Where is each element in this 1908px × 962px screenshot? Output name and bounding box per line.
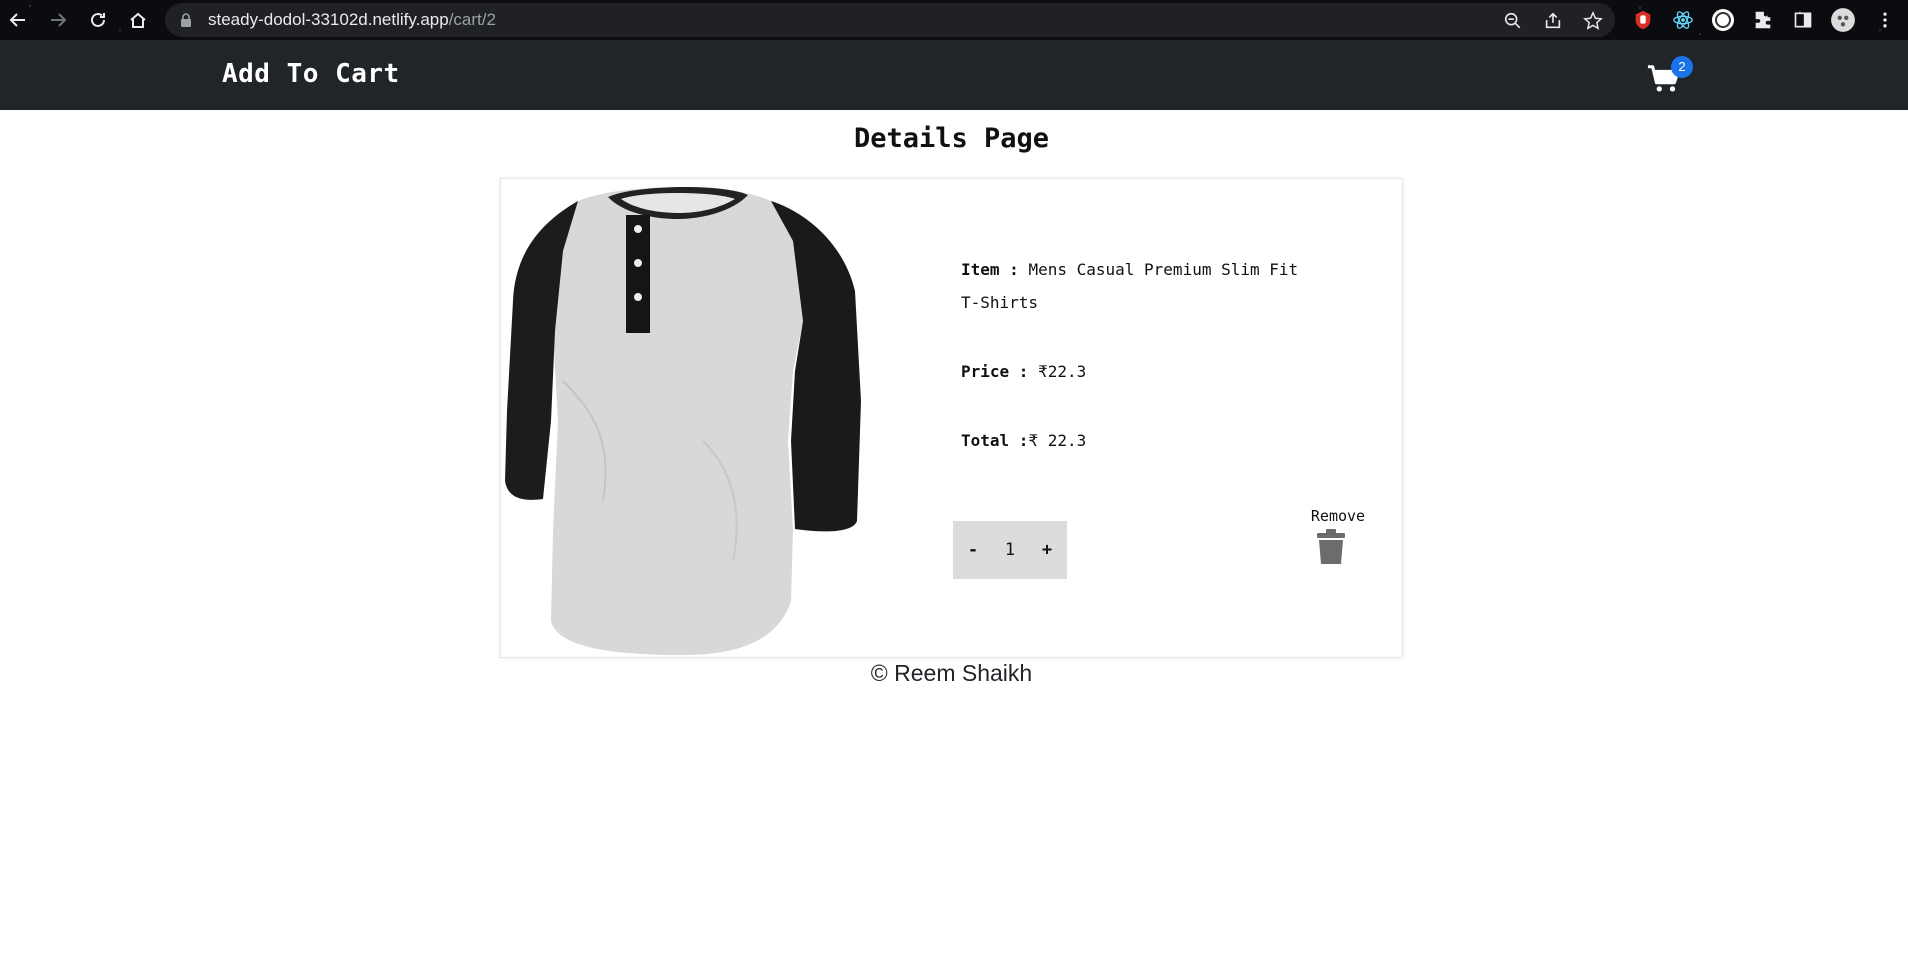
home-button[interactable] [124, 6, 152, 34]
extension-react-devtools[interactable] [1670, 7, 1696, 33]
browser-toolbar: steady-dodol-33102d.netlify.app/cart/2 [0, 0, 1908, 40]
side-panel-button[interactable] [1790, 7, 1816, 33]
hand-stop-icon [1635, 10, 1651, 30]
star-icon [1583, 11, 1603, 30]
reload-button[interactable] [84, 6, 112, 34]
profile-button[interactable] [1830, 7, 1856, 33]
price-row: Price : ₹22.3 [961, 355, 1321, 388]
brand-link[interactable]: Add To Cart [222, 59, 400, 89]
share-button[interactable] [1542, 10, 1564, 32]
product-info: Item : Mens Casual Premium Slim Fit T-Sh… [961, 253, 1321, 493]
remove-button[interactable]: Remove [1306, 507, 1370, 577]
url-host: steady-dodol-33102d.netlify.app [208, 10, 449, 29]
cart-link[interactable]: 2 [1645, 56, 1693, 98]
extension-adblock[interactable] [1630, 7, 1656, 33]
bookmark-button[interactable] [1582, 10, 1604, 32]
product-image [505, 186, 861, 655]
extensions-menu-button[interactable] [1750, 7, 1776, 33]
back-arrow-icon [9, 13, 25, 27]
decrement-button[interactable]: - [962, 540, 984, 560]
quantity-stepper: - 1 + [953, 521, 1067, 579]
price-label: Price : [961, 362, 1029, 381]
footer-copyright: © Reem Shaikh [870, 660, 1033, 686]
zoom-out-icon [1504, 12, 1521, 29]
cart-count-badge: 2 [1671, 56, 1693, 78]
browser-menu-button[interactable] [1872, 7, 1898, 33]
increment-button[interactable]: + [1036, 540, 1058, 560]
product-detail-card: Item : Mens Casual Premium Slim Fit T-Sh… [500, 178, 1403, 658]
page-title: Details Page [853, 123, 1050, 154]
remove-label: Remove [1310, 507, 1366, 525]
lock-icon [181, 13, 191, 27]
forward-button[interactable] [44, 6, 72, 34]
app-navbar: Add To Cart 2 [0, 40, 1908, 110]
url-text[interactable]: steady-dodol-33102d.netlify.app/cart/2 [208, 10, 496, 30]
home-icon [130, 12, 146, 28]
url-path: /cart/2 [448, 10, 496, 29]
share-icon [1545, 12, 1561, 29]
item-label: Item : [961, 260, 1019, 279]
kebab-menu-icon [1883, 12, 1887, 28]
forward-arrow-icon [51, 13, 67, 27]
total-row: Total :₹ 22.3 [961, 424, 1321, 457]
zoom-button[interactable] [1502, 10, 1524, 32]
profile-avatar-icon [1831, 8, 1855, 32]
extension-circle[interactable] [1710, 7, 1736, 33]
reload-icon [91, 12, 105, 27]
side-panel-icon [1794, 12, 1812, 28]
circle-extension-icon [1712, 9, 1734, 31]
total-value: ₹ 22.3 [1028, 431, 1087, 450]
quantity-value: 1 [1004, 540, 1016, 560]
address-bar[interactable]: steady-dodol-33102d.netlify.app/cart/2 [165, 3, 1615, 37]
react-atom-icon [1673, 11, 1693, 29]
price-value: ₹22.3 [1038, 362, 1087, 381]
trash-icon[interactable] [1316, 529, 1346, 565]
puzzle-icon [1755, 11, 1771, 29]
total-label: Total : [961, 431, 1029, 450]
back-button[interactable] [4, 6, 32, 34]
item-row: Item : Mens Casual Premium Slim Fit T-Sh… [961, 253, 1321, 319]
